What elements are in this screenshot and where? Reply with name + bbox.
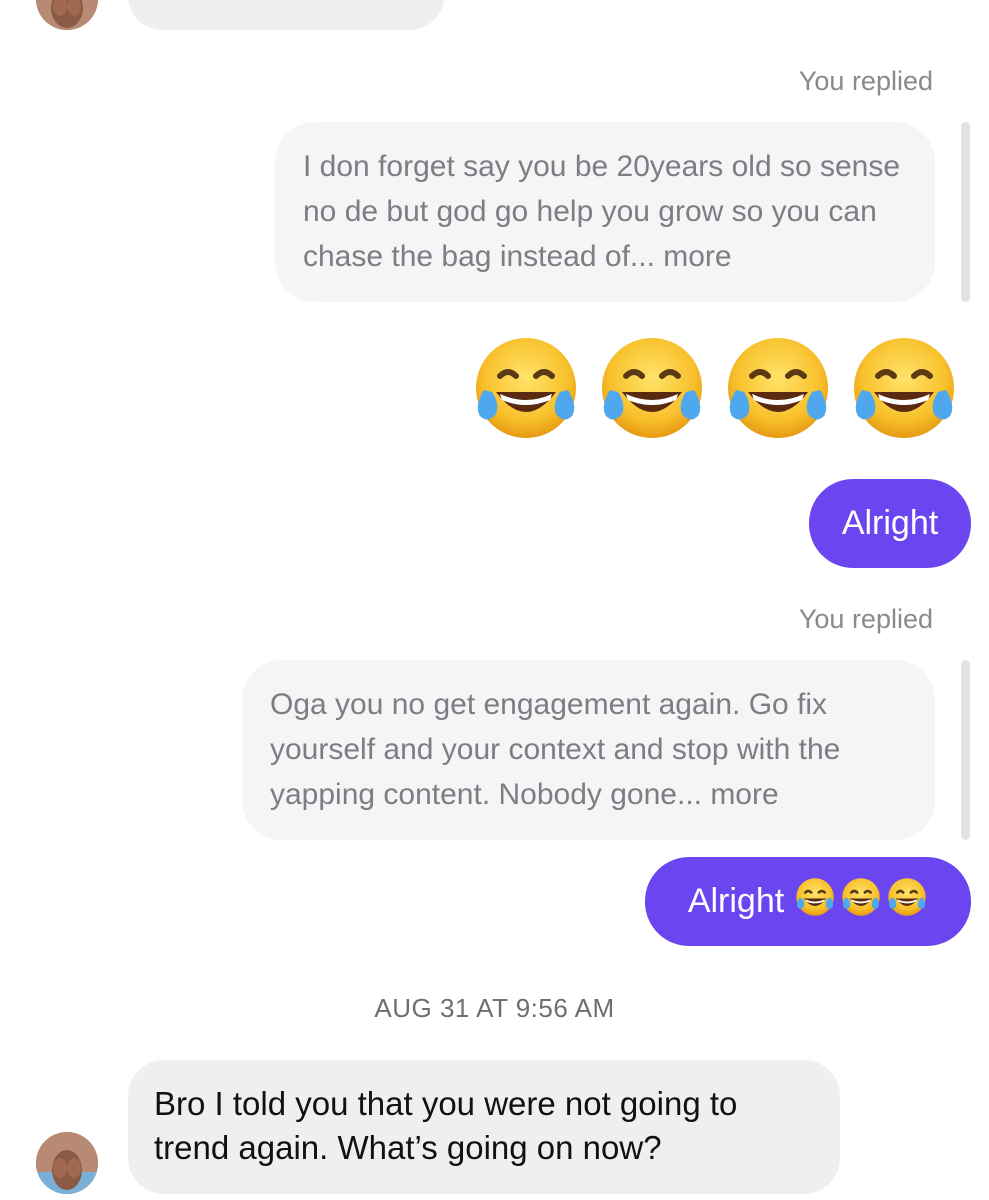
incoming-message-bubble[interactable]: Bro I told you that you were not going t… <box>128 1060 840 1194</box>
face-with-tears-of-joy-icon <box>840 876 882 927</box>
incoming-message-text: Bro I told you that you were not going t… <box>154 1085 738 1166</box>
quoted-message-text: I don forget say you be 20years old so s… <box>303 150 901 273</box>
incoming-message-bubble-partial[interactable] <box>128 0 444 30</box>
contact-avatar[interactable] <box>36 1132 98 1194</box>
face-with-tears-of-joy-icon <box>728 338 828 438</box>
face-with-tears-of-joy-icon <box>602 338 702 438</box>
quoted-message[interactable]: I don forget say you be 20years old so s… <box>275 122 935 302</box>
emoji-message[interactable] <box>470 332 960 444</box>
face-with-tears-of-joy-icon <box>854 338 954 438</box>
reply-indicator-bar <box>961 660 970 840</box>
face-with-tears-of-joy-icon <box>886 876 928 927</box>
quoted-message[interactable]: Oga you no get engagement again. Go fix … <box>242 660 935 840</box>
face-with-tears-of-joy-icon <box>476 338 576 438</box>
outgoing-message-bubble[interactable]: Alright <box>645 857 971 946</box>
contact-avatar[interactable] <box>36 0 98 30</box>
outgoing-message-text: Alright <box>687 882 785 920</box>
outgoing-message-text: Alright <box>841 504 939 542</box>
outgoing-message-bubble[interactable]: Alright <box>809 479 971 568</box>
face-with-tears-of-joy-icon <box>794 876 836 927</box>
chat-screen: You replied I don forget say you be 20ye… <box>0 0 989 1200</box>
reply-indicator-bar <box>961 122 970 302</box>
conversation-timestamp: AUG 31 AT 9:56 AM <box>374 993 615 1023</box>
you-replied-label: You replied <box>798 66 933 96</box>
you-replied-label: You replied <box>798 604 933 634</box>
quoted-message-text: Oga you no get engagement again. Go fix … <box>270 688 841 811</box>
